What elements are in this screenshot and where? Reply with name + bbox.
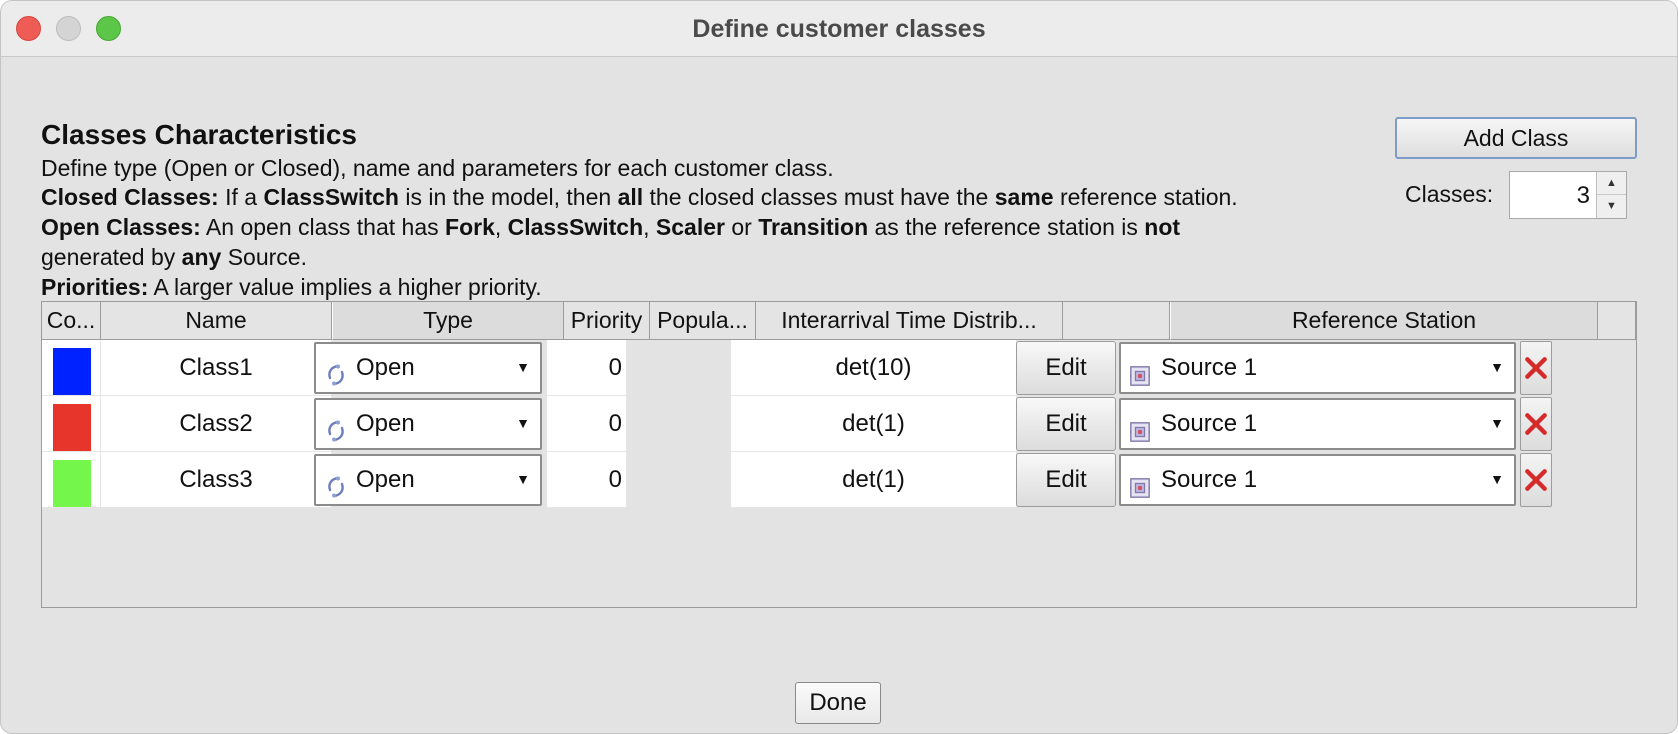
description-open-classes: Open Classes: An open class that has For… (41, 214, 1181, 240)
class-type-value: Open (356, 466, 415, 493)
done-button[interactable]: Done (795, 682, 881, 724)
class-type-dropdown[interactable]: Open ▼ (314, 398, 542, 450)
delete-class-button[interactable] (1520, 397, 1552, 451)
edit-distribution-button[interactable]: Edit (1016, 397, 1116, 451)
column-header-name[interactable]: Name (101, 302, 332, 340)
class-type-dropdown[interactable]: Open ▼ (314, 454, 542, 506)
spinner-buttons: ▲ ▼ (1596, 172, 1626, 218)
reference-station-value: Source 1 (1161, 354, 1258, 381)
column-header-reference-station[interactable]: Reference Station (1170, 302, 1598, 340)
class-name-cell[interactable]: Class2 (101, 396, 332, 452)
reference-station-value: Source 1 (1161, 466, 1258, 493)
edit-distribution-button[interactable]: Edit (1016, 453, 1116, 507)
edit-distribution-button[interactable]: Edit (1016, 341, 1116, 395)
delete-x-icon (1523, 465, 1549, 500)
class-priority-cell[interactable]: 0 (547, 452, 627, 508)
title-bar: Define customer classes (1, 1, 1677, 57)
class-color-swatch[interactable] (53, 404, 91, 451)
class-priority-cell[interactable]: 0 (547, 340, 627, 396)
class-distribution-cell[interactable]: det(10) (731, 340, 1017, 396)
description-open-classes-cont: generated by any Source. (41, 244, 307, 270)
class-population-cell[interactable] (627, 452, 731, 508)
class-color-cell[interactable] (42, 340, 101, 396)
chevron-down-icon[interactable]: ▼ (1490, 400, 1504, 446)
classes-count-label: Classes: (1405, 181, 1494, 207)
class-color-cell[interactable] (42, 396, 101, 452)
chevron-down-icon[interactable]: ▼ (516, 400, 530, 446)
source-station-icon (1129, 468, 1153, 498)
open-class-icon (324, 412, 348, 442)
section-heading: Classes Characteristics (41, 119, 357, 150)
class-type-value: Open (356, 410, 415, 437)
open-class-icon (324, 468, 348, 498)
class-type-value: Open (356, 354, 415, 381)
class-distribution-cell[interactable]: det(1) (731, 396, 1017, 452)
column-header-priority[interactable]: Priority (564, 302, 650, 340)
description-closed-classes: Closed Classes: If a ClassSwitch is in t… (41, 184, 1238, 210)
chevron-down-icon[interactable]: ▼ (516, 456, 530, 502)
classes-count-value[interactable]: 3 (1577, 182, 1590, 210)
reference-station-dropdown[interactable]: Source 1 ▼ (1119, 454, 1516, 506)
chevron-down-icon[interactable]: ▼ (1490, 344, 1504, 390)
add-class-button[interactable]: Add Class (1395, 117, 1637, 159)
delete-class-button[interactable] (1520, 341, 1552, 395)
column-header-population[interactable]: Popula... (650, 302, 756, 340)
class-priority-cell[interactable]: 0 (547, 396, 627, 452)
source-station-icon (1129, 356, 1153, 386)
spinner-down-icon[interactable]: ▼ (1597, 195, 1626, 218)
class-population-cell[interactable] (627, 340, 731, 396)
delete-x-icon (1523, 353, 1549, 388)
description-priorities: Priorities: A larger value implies a hig… (41, 274, 542, 300)
classes-table: Co... Name Type Priority Popula... Inter… (41, 301, 1637, 608)
description-line-1: Define type (Open or Closed), name and p… (41, 155, 834, 181)
class-color-cell[interactable] (42, 452, 101, 508)
class-color-swatch[interactable] (53, 348, 91, 395)
reference-station-value: Source 1 (1161, 410, 1258, 437)
dialog-window: Define customer classes Classes Characte… (0, 0, 1678, 734)
class-color-swatch[interactable] (53, 460, 91, 507)
source-station-icon (1129, 412, 1153, 442)
window-title: Define customer classes (692, 15, 986, 43)
class-name-cell[interactable]: Class1 (101, 340, 332, 396)
delete-x-icon (1523, 409, 1549, 444)
reference-station-dropdown[interactable]: Source 1 ▼ (1119, 398, 1516, 450)
column-header-color[interactable]: Co... (42, 302, 101, 340)
column-header-edit[interactable] (1063, 302, 1170, 340)
column-header-distribution[interactable]: Interarrival Time Distrib... (756, 302, 1063, 340)
classes-count-spinner[interactable]: 3 ▲ ▼ (1509, 171, 1627, 219)
chevron-down-icon[interactable]: ▼ (516, 344, 530, 390)
reference-station-dropdown[interactable]: Source 1 ▼ (1119, 342, 1516, 394)
chevron-down-icon[interactable]: ▼ (1490, 456, 1504, 502)
column-header-delete[interactable] (1598, 302, 1636, 340)
class-name-cell[interactable]: Class3 (101, 452, 332, 508)
class-population-cell[interactable] (627, 396, 731, 452)
open-class-icon (324, 356, 348, 386)
spinner-up-icon[interactable]: ▲ (1597, 172, 1626, 195)
delete-class-button[interactable] (1520, 453, 1552, 507)
class-distribution-cell[interactable]: det(1) (731, 452, 1017, 508)
class-type-dropdown[interactable]: Open ▼ (314, 342, 542, 394)
column-header-type[interactable]: Type (332, 302, 564, 340)
